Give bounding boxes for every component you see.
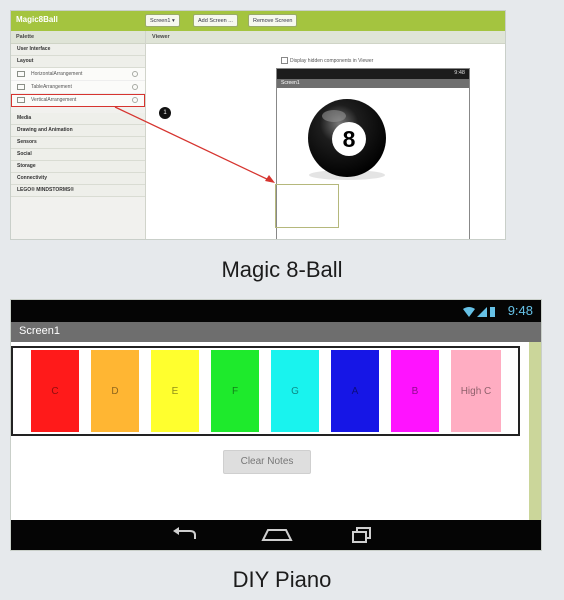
key-a[interactable]: A <box>331 350 379 432</box>
drag-arrow <box>114 106 275 183</box>
piano-app-screenshot: 9:48 Screen1 C D E F G A B High C Clear … <box>10 299 542 551</box>
status-time: 9:48 <box>507 303 533 318</box>
caption-magic8: Magic 8-Ball <box>221 257 343 282</box>
home-icon[interactable] <box>261 527 293 543</box>
caption-piano: DIY Piano <box>232 567 332 592</box>
key-g[interactable]: G <box>271 350 319 432</box>
recent-apps-icon[interactable] <box>351 526 373 544</box>
key-label: E <box>171 385 179 397</box>
key-label: C <box>51 385 59 397</box>
key-high-c[interactable]: High C <box>451 350 501 432</box>
status-bar: 9:48 <box>11 300 541 322</box>
magic8-designer-screenshot: Magic8Ball Screen1 ▾ Add Screen ... Remo… <box>10 10 506 240</box>
key-b[interactable]: B <box>391 350 439 432</box>
status-icons <box>461 305 495 323</box>
key-d[interactable]: D <box>91 350 139 432</box>
key-e[interactable]: E <box>151 350 199 432</box>
key-label: B <box>411 385 419 397</box>
clear-notes-button[interactable]: Clear Notes <box>223 450 311 474</box>
key-label: D <box>111 385 119 397</box>
key-label: G <box>291 385 299 397</box>
key-c[interactable]: C <box>31 350 79 432</box>
android-nav-bar <box>11 520 541 550</box>
key-label: High C <box>460 385 492 397</box>
key-f[interactable]: F <box>211 350 259 432</box>
title-bar: Screen1 <box>11 322 541 342</box>
scrollbar-strip <box>529 342 541 520</box>
key-label: F <box>231 385 239 397</box>
wifi-signal-battery-icon <box>463 307 495 317</box>
piano-keyboard: C D E F G A B High C <box>11 346 520 436</box>
key-label: A <box>351 385 359 397</box>
screen-title: Screen1 <box>19 325 60 337</box>
back-icon[interactable] <box>171 527 199 543</box>
